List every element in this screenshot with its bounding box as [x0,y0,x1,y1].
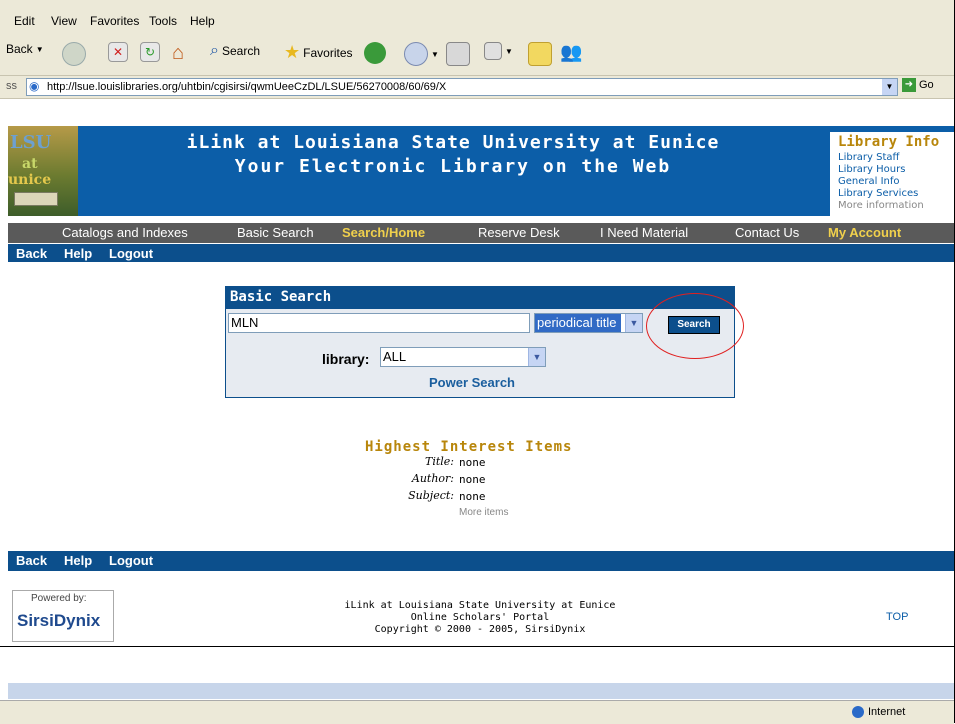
back-link[interactable]: Back [16,246,47,261]
menu-bar: Edit View Favorites Tools Help [0,0,954,31]
chevron-down-icon: ▼ [528,348,545,366]
chevron-down-icon[interactable]: ▼ [882,79,897,95]
chevron-down-icon: ▼ [505,46,513,56]
stop-icon: ✕ [108,42,128,62]
star-icon: ★ [284,42,301,62]
footer-copyright: Copyright © 2000 - 2005, SirsiDynix [374,624,586,635]
address-bar: ss ◉ http://lsue.louislibraries.org/uhtb… [0,75,954,99]
nav-basic-search[interactable]: Basic Search [237,225,314,240]
main-nav: Catalogs and Indexes Basic Search Search… [8,223,954,243]
browser-window: Edit View Favorites Tools Help Back ▼ ✕ … [0,0,955,724]
highest-interest-heading: Highest Interest Items [365,439,573,455]
sub-nav-bottom: Back Help Logout [8,551,954,571]
top-link[interactable]: TOP [886,611,908,623]
menu-favorites[interactable]: Favorites [90,14,139,28]
logout-link[interactable]: Logout [109,246,153,261]
site-banner: LSU at unice iLink at Louisiana State Un… [8,126,954,216]
search-icon: ⌕ [210,42,219,59]
address-label: ss [6,80,17,92]
menu-edit[interactable]: Edit [14,14,35,28]
library-hours-link[interactable]: Library Hours [838,164,905,175]
nav-contact-us[interactable]: Contact Us [735,225,799,240]
refresh-icon: ↻ [140,42,160,62]
page-icon: ◉ [29,79,40,93]
subject-value: none [459,490,486,503]
printer-icon [446,42,470,66]
nav-i-need-material[interactable]: I Need Material [600,225,688,240]
mail-icon [404,42,428,66]
search-button[interactable]: ⌕ Search [210,42,260,60]
nav-my-account[interactable]: My Account [828,225,901,240]
menu-view[interactable]: View [51,14,77,28]
author-label: Author: [411,472,454,485]
menu-help[interactable]: Help [190,14,215,28]
url-text: http://lsue.louislibraries.org/uhtbin/cg… [47,81,447,93]
go-arrow-icon: ➜ [902,78,916,92]
power-search-link[interactable]: Power Search [429,375,515,390]
library-info-heading: Library Info [838,134,940,150]
nav-reserve-desk[interactable]: Reserve Desk [478,225,560,240]
mail-button[interactable]: ▼ [404,42,439,66]
search-term-input[interactable]: MLN [228,313,530,333]
powered-by-logo[interactable]: Powered by: SirsiDynix [12,590,114,642]
nav-search-home[interactable]: Search/Home [342,225,425,240]
toolbar: Back ▼ ✕ ↻ ⌂ ⌕ Search ★ Favorites ▼ ▼ 👥 [0,30,954,75]
more-information-link[interactable]: More information [838,200,924,211]
site-title: iLink at Louisiana State University at E… [186,132,720,153]
footer-divider [0,646,954,647]
search-type-select[interactable]: periodical title ▼ [534,313,643,333]
sub-nav-top: Back Help Logout [8,244,954,262]
chevron-down-icon: ▼ [625,314,642,332]
forward-button[interactable] [62,42,86,66]
logout-link-bottom[interactable]: Logout [109,553,153,568]
library-staff-link[interactable]: Library Staff [838,152,899,163]
print-button[interactable] [446,42,470,66]
subject-label: Subject: [408,489,454,502]
library-info-panel: Library Info Library Staff Library Hours… [830,132,954,216]
discuss-button[interactable] [528,42,552,66]
security-zone: Internet [852,706,905,718]
menu-tools[interactable]: Tools [149,14,177,28]
more-items-link[interactable]: More items [459,507,508,518]
chevron-down-icon: ▼ [431,49,439,59]
home-icon: ⌂ [172,42,185,64]
library-label: library: [322,351,370,367]
address-input[interactable]: ◉ http://lsue.louislibraries.org/uhtbin/… [26,78,898,96]
back-link-bottom[interactable]: Back [16,553,47,568]
help-link[interactable]: Help [64,246,92,261]
messenger-icon: 👥 [560,42,583,62]
go-button[interactable]: ➜ Go [902,78,934,92]
highlight-annotation [646,293,744,359]
title-label: Title: [424,455,454,468]
messenger-button[interactable]: 👥 [560,42,582,63]
home-button[interactable]: ⌂ [172,42,184,65]
stop-button[interactable]: ✕ [108,42,128,62]
library-select[interactable]: ALL ▼ [380,347,546,367]
lsue-logo[interactable]: LSU at unice [8,126,78,216]
site-subtitle: Your Electronic Library on the Web [234,156,672,177]
refresh-button[interactable]: ↻ [140,42,160,62]
back-button[interactable]: Back ▼ [6,42,44,56]
title-value: none [459,456,486,469]
horizontal-scrollbar[interactable] [8,683,954,699]
favorites-button[interactable]: ★ Favorites [284,42,353,63]
forward-arrow-icon [62,42,86,66]
footer-line-1: iLink at Louisiana State University at E… [344,600,616,611]
note-icon [528,42,552,66]
general-info-link[interactable]: General Info [838,176,900,187]
chevron-down-icon: ▼ [35,44,44,54]
nav-catalogs-and-indexes[interactable]: Catalogs and Indexes [62,225,188,240]
sirsidynix-logo: SirsiDynix [17,611,101,630]
history-button[interactable] [364,42,386,64]
globe-icon [852,706,864,718]
footer-line-2: Online Scholars' Portal [410,612,550,623]
status-bar: Internet [0,700,954,724]
history-icon [364,42,386,64]
library-services-link[interactable]: Library Services [838,188,918,199]
author-value: none [459,473,486,486]
edit-icon [484,42,502,60]
edit-button[interactable]: ▼ [484,42,513,60]
help-link-bottom[interactable]: Help [64,553,92,568]
building-icon [14,192,58,206]
